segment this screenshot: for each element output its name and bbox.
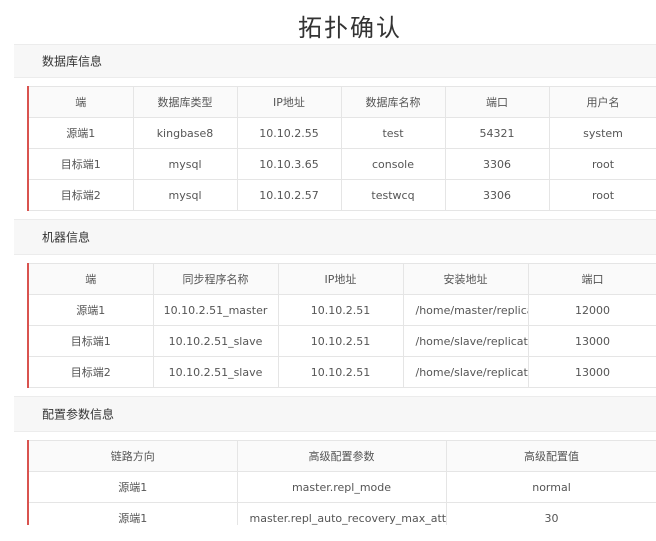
config-info-title: 配置参数信息 (42, 407, 115, 422)
db-info-table: 端 数据库类型 IP地址 数据库名称 端口 用户名 源端1 kingbase8 … (27, 86, 656, 211)
table-cell: test (340, 117, 446, 149)
table-cell: 30 (445, 502, 656, 525)
column-header: 安装地址 (402, 263, 529, 295)
table-header-row: 端 数据库类型 IP地址 数据库名称 端口 用户名 (27, 86, 656, 118)
table-cell: 3306 (444, 179, 550, 211)
page-title: 拓扑确认 (298, 14, 402, 42)
table-cell: testwcq (340, 179, 446, 211)
table-cell: 13000 (527, 356, 656, 388)
db-info-title: 数据库信息 (42, 54, 103, 69)
machine-info-header: 机器信息 (14, 219, 656, 255)
table-cell: 54321 (444, 117, 550, 149)
table-cell: kingbase8 (132, 117, 238, 149)
column-header: 数据库类型 (132, 86, 238, 118)
column-header: 端口 (444, 86, 550, 118)
table-cell: 10.10.2.55 (236, 117, 342, 149)
table-cell: 3306 (444, 148, 550, 180)
table-cell: 目标端1 (27, 325, 154, 357)
table-row: 目标端2 mysql 10.10.2.57 testwcq 3306 root (27, 179, 656, 211)
column-header: 高级配置值 (445, 440, 656, 472)
table-cell: 源端1 (27, 502, 238, 525)
table-cell: 10.10.2.57 (236, 179, 342, 211)
table-cell: 10.10.2.51_slave (152, 325, 279, 357)
column-header: 同步程序名称 (152, 263, 279, 295)
table-cell: /home/slave/replicator (402, 325, 529, 357)
db-info-header: 数据库信息 (14, 44, 656, 78)
column-header: 端口 (527, 263, 656, 295)
config-info-header: 配置参数信息 (14, 396, 656, 432)
table-cell: 10.10.2.51_slave (152, 356, 279, 388)
table-cell: root (548, 148, 656, 180)
table-cell: 10.10.2.51_master (152, 294, 279, 326)
table-header-row: 链路方向 高级配置参数 高级配置值 (27, 440, 656, 472)
table-row: 目标端1 mysql 10.10.3.65 console 3306 root (27, 148, 656, 180)
table-cell: master.repl_mode (236, 471, 447, 503)
table-cell: 目标端2 (27, 179, 134, 211)
table-cell: console (340, 148, 446, 180)
table-cell: 源端1 (27, 294, 154, 326)
table-cell: 源端1 (27, 471, 238, 503)
column-header: 高级配置参数 (236, 440, 447, 472)
table-row: 目标端1 10.10.2.51_slave 10.10.2.51 /home/s… (27, 325, 656, 357)
table-cell: 13000 (527, 325, 656, 357)
column-header: 数据库名称 (340, 86, 446, 118)
machine-info-title: 机器信息 (42, 230, 91, 245)
table-cell: normal (445, 471, 656, 503)
table-cell: /home/master/replicator (402, 294, 529, 326)
column-header: IP地址 (236, 86, 342, 118)
table-row: 源端1 kingbase8 10.10.2.55 test 54321 syst… (27, 117, 656, 149)
table-cell: mysql (132, 148, 238, 180)
table-cell: 10.10.3.65 (236, 148, 342, 180)
table-cell: 10.10.2.51 (277, 325, 404, 357)
table-row: 源端1 master.repl_auto_recovery_max_attemp… (27, 502, 656, 525)
column-header: 用户名 (548, 86, 656, 118)
table-header-row: 端 同步程序名称 IP地址 安装地址 端口 (27, 263, 656, 295)
column-header: 端 (27, 86, 134, 118)
table-cell: 10.10.2.51 (277, 294, 404, 326)
table-cell: 10.10.2.51 (277, 356, 404, 388)
table-cell: master.repl_auto_recovery_max_attempts (236, 502, 447, 525)
table-cell: root (548, 179, 656, 211)
table-cell: system (548, 117, 656, 149)
table-row: 源端1 10.10.2.51_master 10.10.2.51 /home/m… (27, 294, 656, 326)
table-cell: 12000 (527, 294, 656, 326)
machine-info-table: 端 同步程序名称 IP地址 安装地址 端口 源端1 10.10.2.51_mas… (27, 263, 656, 388)
config-info-table: 链路方向 高级配置参数 高级配置值 源端1 master.repl_mode n… (27, 440, 656, 525)
page-content: 拓扑确认 数据库信息 端 数据库类型 IP地址 数据库名称 端口 用户名 源端1… (0, 0, 656, 525)
table-cell: 源端1 (27, 117, 134, 149)
table-row: 源端1 master.repl_mode normal (27, 471, 656, 503)
table-cell: 目标端2 (27, 356, 154, 388)
table-cell: 目标端1 (27, 148, 134, 180)
table-cell: mysql (132, 179, 238, 211)
column-header: IP地址 (277, 263, 404, 295)
column-header: 链路方向 (27, 440, 238, 472)
column-header: 端 (27, 263, 154, 295)
table-row: 目标端2 10.10.2.51_slave 10.10.2.51 /home/s… (27, 356, 656, 388)
table-cell: /home/slave/replicator (402, 356, 529, 388)
